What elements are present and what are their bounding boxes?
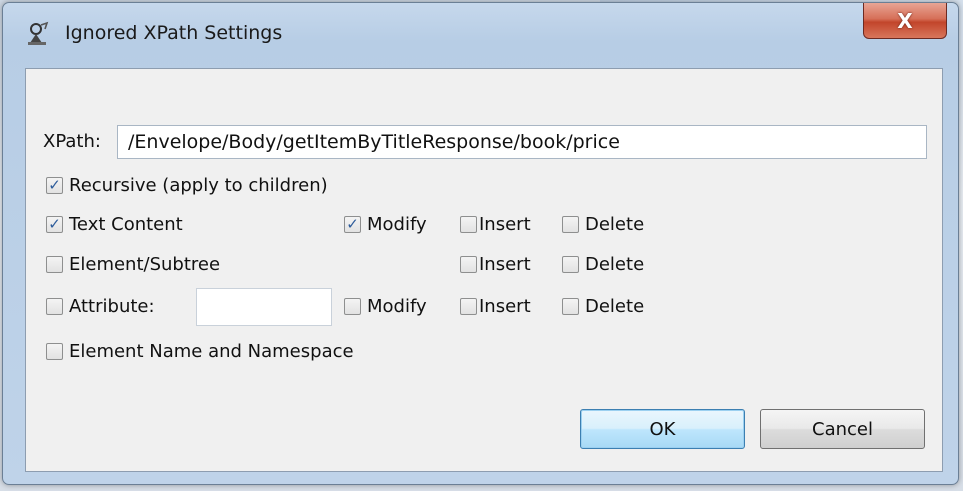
- checkbox-box[interactable]: ✓: [46, 216, 63, 233]
- checkbox-box[interactable]: [46, 343, 63, 360]
- checkbox-box[interactable]: [46, 256, 63, 273]
- element-insert-checkbox[interactable]: Insert: [460, 254, 531, 275]
- close-icon: X: [897, 8, 913, 33]
- text-delete-checkbox[interactable]: Delete: [562, 214, 644, 235]
- element-name-namespace-label: Element Name and Namespace: [69, 341, 354, 362]
- close-button[interactable]: X: [863, 3, 947, 39]
- text-delete-label: Delete: [585, 214, 645, 235]
- checkbox-box[interactable]: [460, 256, 477, 273]
- element-insert-label: Insert: [479, 254, 531, 275]
- dialog-content: XPath: ✓ Recursive (apply to children) ✓…: [25, 68, 943, 472]
- text-modify-label: Modify: [367, 214, 427, 235]
- checkbox-box[interactable]: ✓: [344, 216, 361, 233]
- app-icon: [28, 21, 49, 45]
- attribute-label: Attribute:: [69, 296, 155, 317]
- element-subtree-checkbox[interactable]: Element/Subtree: [46, 254, 220, 275]
- element-name-namespace-checkbox[interactable]: Element Name and Namespace: [46, 341, 354, 362]
- attribute-insert-checkbox[interactable]: Insert: [460, 296, 531, 317]
- checkbox-box[interactable]: [562, 216, 579, 233]
- recursive-label: Recursive (apply to children): [69, 175, 328, 196]
- checkbox-box[interactable]: [562, 256, 579, 273]
- checkbox-box[interactable]: ✓: [46, 177, 63, 194]
- xpath-label: XPath:: [43, 131, 101, 152]
- check-icon: ✓: [48, 176, 61, 194]
- attribute-modify-label: Modify: [367, 296, 427, 317]
- checkbox-box[interactable]: [460, 298, 477, 315]
- attribute-input[interactable]: [196, 288, 332, 326]
- text-insert-checkbox[interactable]: Insert: [460, 214, 531, 235]
- element-delete-label: Delete: [585, 254, 645, 275]
- ok-button[interactable]: OK: [580, 409, 745, 449]
- element-subtree-label: Element/Subtree: [69, 254, 221, 275]
- recursive-checkbox[interactable]: ✓ Recursive (apply to children): [46, 175, 328, 196]
- checkbox-box[interactable]: [460, 216, 477, 233]
- attribute-delete-checkbox[interactable]: Delete: [562, 296, 644, 317]
- text-insert-label: Insert: [479, 214, 531, 235]
- cancel-button[interactable]: Cancel: [760, 409, 925, 449]
- attribute-insert-label: Insert: [479, 296, 531, 317]
- checkbox-box[interactable]: [562, 298, 579, 315]
- xpath-input[interactable]: [117, 125, 927, 159]
- attribute-delete-label: Delete: [585, 296, 645, 317]
- checkbox-box[interactable]: [46, 298, 63, 315]
- dialog-window: Ignored XPath Settings X XPath: ✓ Recurs…: [2, 2, 959, 485]
- attribute-checkbox[interactable]: Attribute:: [46, 296, 155, 317]
- attribute-modify-checkbox[interactable]: Modify: [344, 296, 427, 317]
- checkbox-box[interactable]: [344, 298, 361, 315]
- title-bar[interactable]: Ignored XPath Settings X: [3, 3, 958, 59]
- text-content-label: Text Content: [69, 214, 183, 235]
- element-delete-checkbox[interactable]: Delete: [562, 254, 644, 275]
- text-content-checkbox[interactable]: ✓ Text Content: [46, 214, 183, 235]
- check-icon: ✓: [346, 215, 359, 233]
- text-modify-checkbox[interactable]: ✓ Modify: [344, 214, 427, 235]
- window-title: Ignored XPath Settings: [65, 22, 283, 44]
- check-icon: ✓: [48, 215, 61, 233]
